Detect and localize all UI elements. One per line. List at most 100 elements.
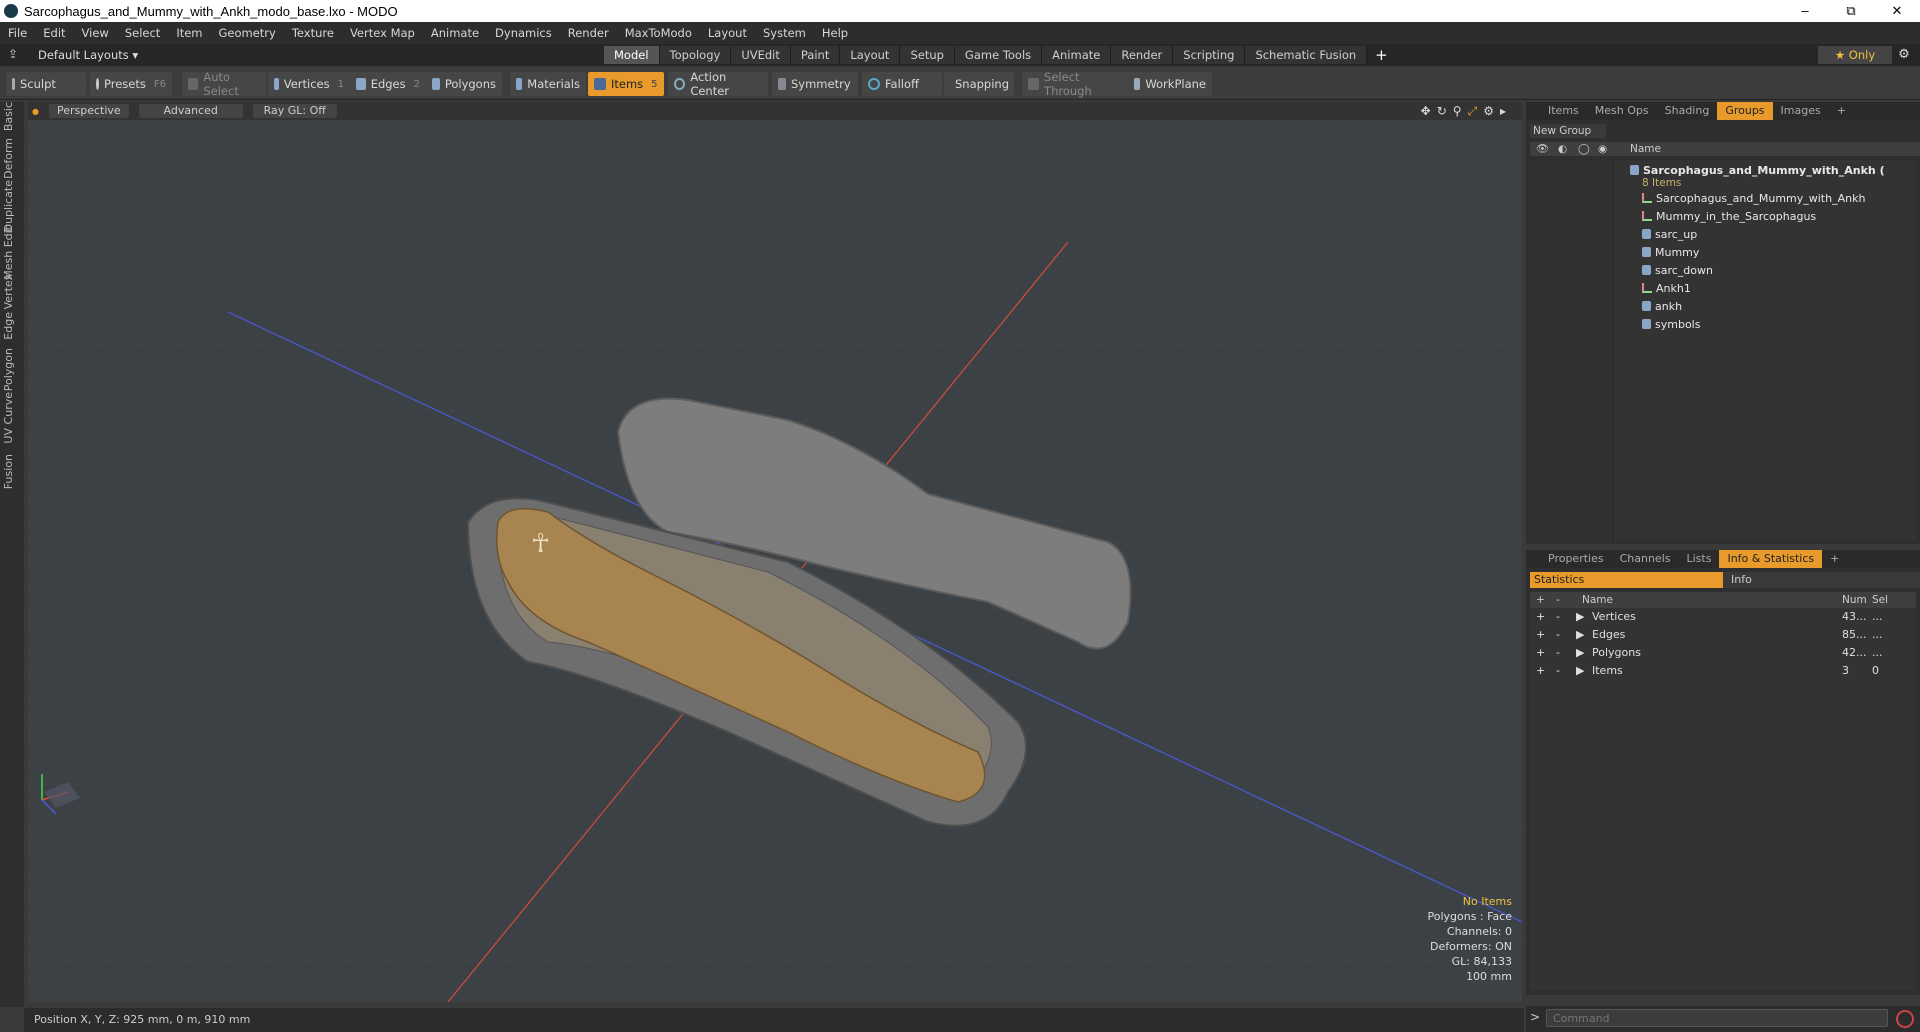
statistics-tab[interactable]: Statistics xyxy=(1530,572,1723,588)
row-expand-icon[interactable]: + xyxy=(1536,644,1545,662)
symmetry-button[interactable]: Symmetry xyxy=(772,72,858,96)
minimize-button[interactable]: – xyxy=(1782,0,1828,22)
side-tab-duplicate[interactable]: Duplicate xyxy=(2,180,22,232)
menu-edit[interactable]: Edit xyxy=(35,22,73,44)
record-macro-icon[interactable] xyxy=(1896,1010,1914,1028)
tab-game-tools[interactable]: Game Tools xyxy=(954,46,1043,64)
menu-geometry[interactable]: Geometry xyxy=(211,22,284,44)
row-expand-icon[interactable]: + xyxy=(1536,662,1545,680)
row-collapse-icon[interactable]: - xyxy=(1556,608,1560,626)
tab-paint[interactable]: Paint xyxy=(790,46,841,64)
viewport-menu-dot-icon[interactable]: ● xyxy=(32,107,39,116)
collapse-all-icon[interactable]: - xyxy=(1556,592,1560,608)
zoom-icon[interactable]: ⚲ xyxy=(1453,102,1462,120)
tab-uvedit[interactable]: UVEdit xyxy=(731,46,791,64)
layout-collapse-icon[interactable]: ⇪ xyxy=(8,47,18,61)
vertices-button[interactable]: Vertices 1 xyxy=(268,72,350,96)
edges-button[interactable]: Edges 2 xyxy=(350,72,426,96)
menu-animate[interactable]: Animate xyxy=(423,22,487,44)
side-tab-polygon[interactable]: Polygon xyxy=(2,348,22,391)
menu-dynamics[interactable]: Dynamics xyxy=(487,22,560,44)
side-tab-mesh-edit[interactable]: Mesh Edit xyxy=(2,226,22,280)
tab-schematic-fusion[interactable]: Schematic Fusion xyxy=(1245,46,1368,64)
menu-help[interactable]: Help xyxy=(814,22,856,44)
panel-tab-groups[interactable]: Groups xyxy=(1717,102,1773,120)
only-toggle[interactable]: ★ Only xyxy=(1818,46,1892,64)
add-panel-tab-icon[interactable]: + xyxy=(1822,550,1847,568)
pan-icon[interactable]: ✥ xyxy=(1421,102,1431,120)
panel-tab-shading[interactable]: Shading xyxy=(1657,102,1718,120)
row-disclosure-icon[interactable]: ▶ xyxy=(1576,662,1584,680)
side-tab-uv[interactable]: UV xyxy=(2,428,22,444)
panel-tab-lists[interactable]: Lists xyxy=(1679,550,1720,568)
tab-scripting[interactable]: Scripting xyxy=(1173,46,1246,64)
tab-setup[interactable]: Setup xyxy=(900,46,955,64)
panel-tab-properties[interactable]: Properties xyxy=(1540,550,1612,568)
panel-tab-channels[interactable]: Channels xyxy=(1612,550,1679,568)
expand-all-icon[interactable]: + xyxy=(1536,592,1545,608)
tree-item[interactable]: symbols xyxy=(1530,316,1916,334)
info-tab[interactable]: Info xyxy=(1723,572,1920,588)
tab-topology[interactable]: Topology xyxy=(659,46,732,64)
panel-tab-mesh-ops[interactable]: Mesh Ops xyxy=(1587,102,1657,120)
falloff-button[interactable]: Falloff xyxy=(862,72,942,96)
row-expand-icon[interactable]: + xyxy=(1536,608,1545,626)
tab-animate[interactable]: Animate xyxy=(1042,46,1112,64)
tree-item[interactable]: sarc_up xyxy=(1530,226,1916,244)
menu-vertex-map[interactable]: Vertex Map xyxy=(342,22,423,44)
snapping-button[interactable]: Snapping xyxy=(944,72,1014,96)
workplane-button[interactable]: WorkPlane xyxy=(1128,72,1212,96)
action-center-button[interactable]: Action Center xyxy=(668,70,768,98)
tab-layout[interactable]: Layout xyxy=(840,46,901,64)
ankh-icon[interactable]: ☥ xyxy=(531,529,550,559)
shading-dropdown[interactable]: Advanced xyxy=(138,104,243,118)
tree-item[interactable]: Mummy xyxy=(1530,244,1916,262)
viewport-expand-icon[interactable]: ▸ xyxy=(1500,102,1506,120)
3d-viewport[interactable]: ☥ ● Perspective Advanced Ray GL: Off ✥ ↻… xyxy=(28,102,1522,1002)
polygons-button[interactable]: Polygons xyxy=(426,72,502,96)
side-tab-curve[interactable]: Curve xyxy=(2,392,22,424)
viewport-settings-icon[interactable]: ⚙ xyxy=(1483,102,1494,120)
side-tab-edge[interactable]: Edge xyxy=(2,312,22,340)
row-collapse-icon[interactable]: - xyxy=(1556,662,1560,680)
tree-item[interactable]: sarc_down xyxy=(1530,262,1916,280)
default-layouts-dropdown[interactable]: Default Layouts ▾ xyxy=(38,48,138,62)
side-tab-deform[interactable]: Deform xyxy=(2,138,22,179)
tree-item[interactable]: Mummy_in_the_Sarcophagus xyxy=(1530,208,1916,226)
menu-item[interactable]: Item xyxy=(168,22,210,44)
row-disclosure-icon[interactable]: ▶ xyxy=(1576,626,1584,644)
stats-row[interactable]: + - ▶ Edges 85...... xyxy=(1530,626,1916,644)
auto-select-button[interactable]: Auto Select xyxy=(182,70,266,98)
gear-icon[interactable]: ⚙ xyxy=(1894,46,1914,64)
add-layout-tab-icon[interactable]: + xyxy=(1367,46,1396,64)
close-button[interactable]: ✕ xyxy=(1874,0,1920,22)
tree-item[interactable]: Sarcophagus_and_Mummy_with_Ankh xyxy=(1530,190,1916,208)
command-input[interactable] xyxy=(1546,1009,1888,1027)
new-group-button[interactable]: New Group xyxy=(1530,124,1606,138)
tab-render[interactable]: Render xyxy=(1111,46,1174,64)
menu-maxtomodo[interactable]: MaxToModo xyxy=(617,22,700,44)
stats-row[interactable]: + - ▶ Items 3 0 xyxy=(1530,662,1916,680)
row-disclosure-icon[interactable]: ▶ xyxy=(1576,644,1584,662)
side-tab-basic[interactable]: Basic xyxy=(2,102,22,131)
panel-tab-items[interactable]: Items xyxy=(1540,102,1587,120)
tab-model[interactable]: Model xyxy=(604,46,660,64)
menu-system[interactable]: System xyxy=(755,22,814,44)
tree-item[interactable]: Ankh1 xyxy=(1530,280,1916,298)
presets-button[interactable]: Presets F6 xyxy=(90,72,172,96)
tree-item[interactable]: ankh xyxy=(1530,298,1916,316)
side-tab-fusion[interactable]: Fusion xyxy=(2,454,22,489)
sculpt-button[interactable]: Sculpt xyxy=(6,72,86,96)
row-expand-icon[interactable]: + xyxy=(1536,626,1545,644)
menu-view[interactable]: View xyxy=(74,22,117,44)
view-mode-dropdown[interactable]: Perspective xyxy=(48,104,129,118)
panel-tab-images[interactable]: Images xyxy=(1773,102,1829,120)
row-collapse-icon[interactable]: - xyxy=(1556,644,1560,662)
fit-icon[interactable]: ⤢ xyxy=(1468,102,1478,120)
row-collapse-icon[interactable]: - xyxy=(1556,626,1560,644)
maximize-button[interactable]: ⧉ xyxy=(1828,0,1874,22)
menu-texture[interactable]: Texture xyxy=(284,22,342,44)
raygl-dropdown[interactable]: Ray GL: Off xyxy=(252,104,337,118)
menu-file[interactable]: File xyxy=(0,22,35,44)
menu-select[interactable]: Select xyxy=(117,22,168,44)
